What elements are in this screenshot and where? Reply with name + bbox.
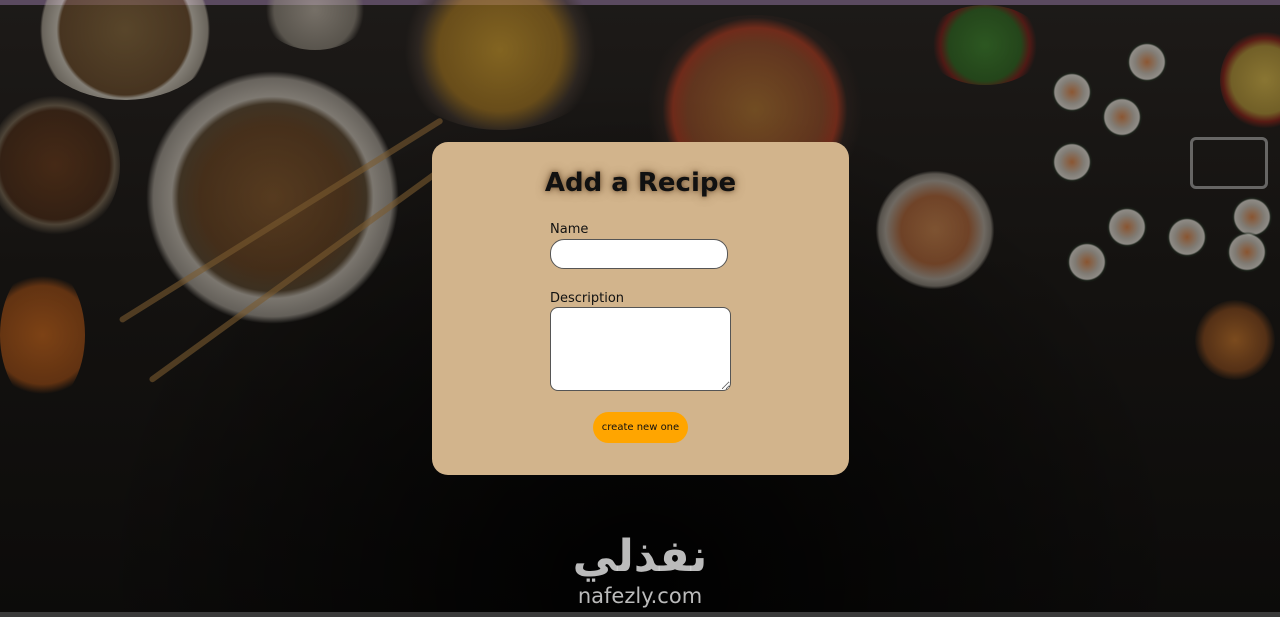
bottom-edge-bar [0, 612, 1280, 617]
sushi-piece-image [1105, 205, 1149, 249]
sushi-piece-image [1100, 95, 1144, 139]
description-textarea[interactable] [550, 307, 731, 391]
food-plate-image [260, 0, 370, 50]
add-recipe-card: Add a Recipe Name Description create new… [432, 142, 849, 475]
name-input[interactable] [550, 239, 728, 269]
page-title: Add a Recipe [544, 168, 737, 198]
sushi-piece-image [1050, 70, 1094, 114]
sushi-piece-image [1225, 230, 1269, 274]
name-label: Name [550, 222, 589, 237]
food-plate-image [1195, 300, 1275, 380]
brand-logo: نفذلي nafezly.com [540, 530, 740, 608]
sushi-piece-image [1050, 140, 1094, 184]
sushi-piece-image [1065, 240, 1109, 284]
brand-url-text: nafezly.com [577, 584, 703, 608]
food-plate-image [30, 0, 220, 100]
description-label: Description [550, 291, 625, 306]
shrimp-bowl-image [875, 170, 995, 290]
sushi-piece-image [1165, 215, 1209, 259]
curry-bowl-image [390, 0, 610, 130]
sushi-piece-image [1125, 40, 1169, 84]
decorative-frame [1190, 137, 1268, 189]
food-plate-image [0, 90, 120, 240]
brand-arabic-text: نفذلي [572, 531, 708, 582]
spring-roll-plate-image [0, 265, 85, 405]
create-recipe-button[interactable]: create new one [593, 412, 688, 443]
page-background: Add a Recipe Name Description create new… [0, 0, 1280, 617]
salad-bowl-image [925, 5, 1045, 85]
food-plate-image [1220, 30, 1280, 130]
